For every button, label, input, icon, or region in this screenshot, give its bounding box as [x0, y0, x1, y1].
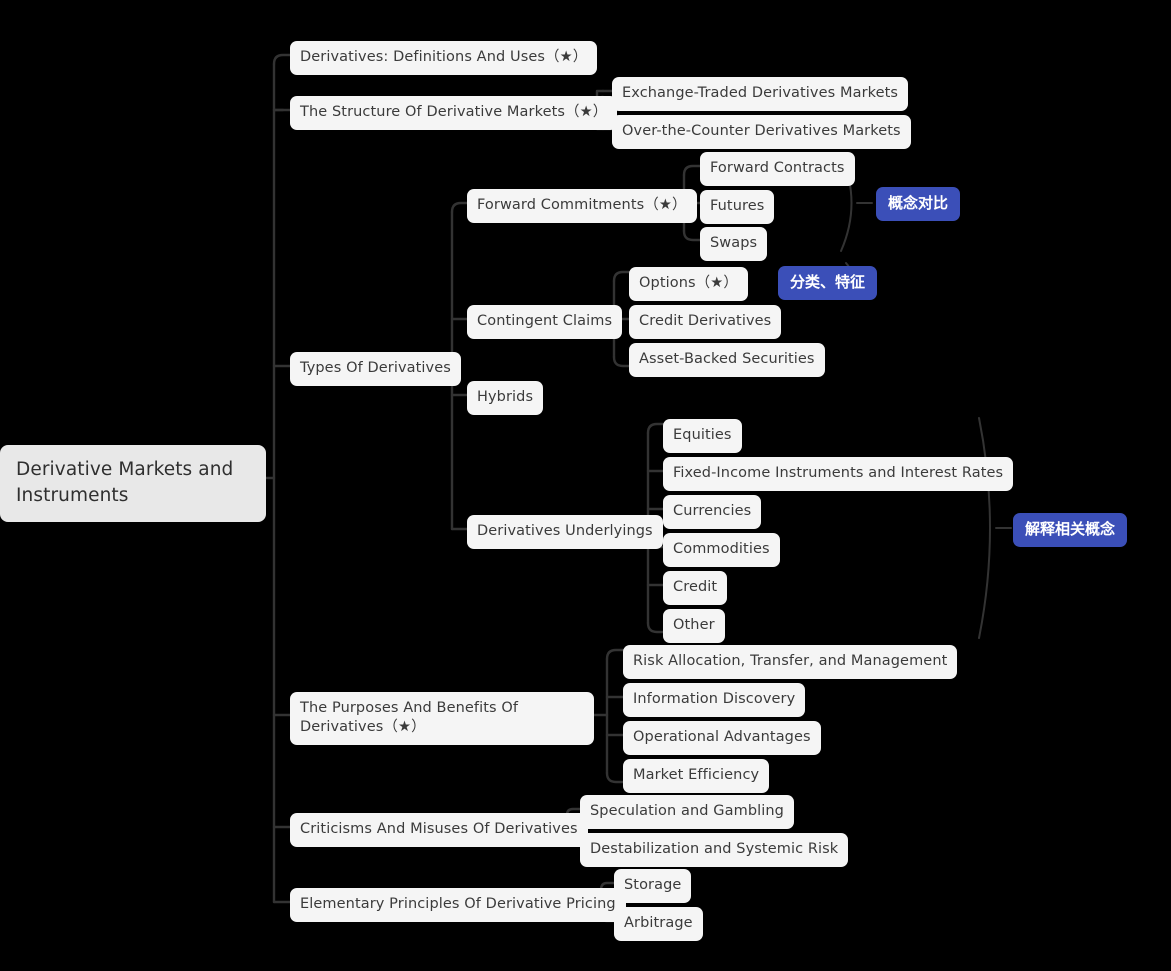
- node-purposes-and-benefits-of-derivatives[interactable]: The Purposes And Benefits Of Derivatives…: [290, 692, 594, 745]
- node-exchange-traded-derivatives-markets[interactable]: Exchange-Traded Derivatives Markets: [612, 77, 909, 111]
- node-other[interactable]: Other: [663, 609, 725, 643]
- node-risk-allocation-transfer-and-management[interactable]: Risk Allocation, Transfer, and Managemen…: [623, 645, 958, 679]
- node-arbitrage[interactable]: Arbitrage: [614, 907, 703, 941]
- node-over-the-counter-derivatives-markets[interactable]: Over-the-Counter Derivatives Markets: [612, 115, 911, 149]
- node-operational-advantages[interactable]: Operational Advantages: [623, 721, 821, 755]
- node-credit-derivatives[interactable]: Credit Derivatives: [629, 305, 782, 339]
- node-destabilization-and-systemic-risk[interactable]: Destabilization and Systemic Risk: [580, 833, 849, 867]
- node-forward-commitments[interactable]: Forward Commitments（★）: [467, 189, 697, 223]
- node-currencies[interactable]: Currencies: [663, 495, 762, 529]
- node-criticisms-and-misuses-of-derivatives[interactable]: Criticisms And Misuses Of Derivatives: [290, 813, 588, 847]
- node-storage[interactable]: Storage: [614, 869, 692, 903]
- node-hybrids[interactable]: Hybrids: [467, 381, 544, 415]
- node-asset-backed-securities[interactable]: Asset-Backed Securities: [629, 343, 825, 377]
- node-speculation-and-gambling[interactable]: Speculation and Gambling: [580, 795, 794, 829]
- node-information-discovery[interactable]: Information Discovery: [623, 683, 806, 717]
- node-fixed-income-instruments-and-interest-rates[interactable]: Fixed-Income Instruments and Interest Ra…: [663, 457, 1014, 491]
- node-types-of-derivatives[interactable]: Types Of Derivatives: [290, 352, 461, 386]
- node-equities[interactable]: Equities: [663, 419, 742, 453]
- node-structure-of-derivative-markets[interactable]: The Structure Of Derivative Markets（★）: [290, 96, 618, 130]
- node-futures[interactable]: Futures: [700, 190, 775, 224]
- root-node[interactable]: Derivative Markets and Instruments: [0, 445, 266, 522]
- node-derivatives-definitions-and-uses[interactable]: Derivatives: Definitions And Uses（★）: [290, 41, 598, 75]
- node-swaps[interactable]: Swaps: [700, 227, 768, 261]
- node-derivatives-underlyings[interactable]: Derivatives Underlyings: [467, 515, 663, 549]
- node-credit[interactable]: Credit: [663, 571, 728, 605]
- node-market-efficiency[interactable]: Market Efficiency: [623, 759, 770, 793]
- node-contingent-claims[interactable]: Contingent Claims: [467, 305, 623, 339]
- mindmap-canvas: Derivative Markets and Instruments Deriv…: [0, 0, 1171, 971]
- node-elementary-principles-of-derivative-pricing[interactable]: Elementary Principles Of Derivative Pric…: [290, 888, 626, 922]
- badge-explain-related-concepts[interactable]: 解释相关概念: [1013, 513, 1128, 547]
- node-options[interactable]: Options（★）: [629, 267, 748, 301]
- node-forward-contracts[interactable]: Forward Contracts: [700, 152, 855, 186]
- badge-classification-characteristics[interactable]: 分类、特征: [778, 266, 878, 300]
- node-commodities[interactable]: Commodities: [663, 533, 780, 567]
- badge-concept-comparison[interactable]: 概念对比: [876, 187, 961, 221]
